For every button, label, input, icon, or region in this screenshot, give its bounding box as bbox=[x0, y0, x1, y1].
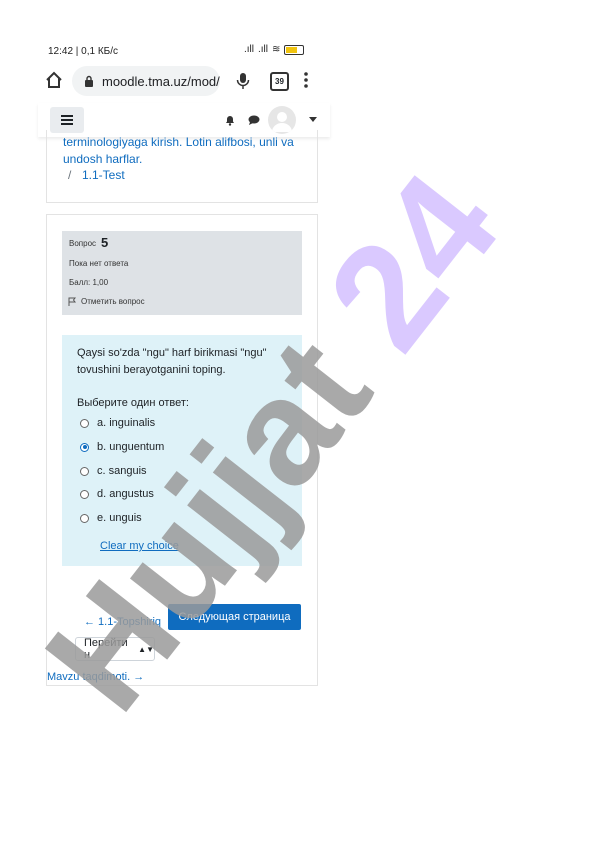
tabs-icon[interactable]: 39 bbox=[270, 72, 289, 91]
answer-option-b[interactable]: b. unguentum bbox=[80, 441, 164, 453]
battery-icon bbox=[284, 44, 305, 55]
hamburger-icon bbox=[61, 115, 73, 125]
previous-activity-link[interactable]: ← 1.1-Topshiriq bbox=[84, 616, 161, 628]
mic-icon[interactable] bbox=[236, 72, 250, 90]
signal-icon-2: .ıll bbox=[258, 44, 268, 55]
flag-icon[interactable] bbox=[68, 297, 76, 306]
answer-option-c[interactable]: c. sanguis bbox=[80, 465, 147, 477]
radio-d[interactable] bbox=[80, 489, 89, 499]
answer-option-d[interactable]: d. angustus bbox=[80, 488, 154, 500]
status-icons: .ıll .ıll ≋ bbox=[244, 44, 305, 55]
option-label: c. sanguis bbox=[97, 465, 147, 477]
menu-dots-icon[interactable] bbox=[300, 70, 312, 90]
home-icon[interactable] bbox=[44, 70, 64, 90]
question-grade: Балл: 1,00 bbox=[69, 278, 109, 287]
answer-option-a[interactable]: a. inguinalis bbox=[80, 417, 155, 429]
signal-icon: .ıll bbox=[244, 44, 254, 55]
chevron-down-icon[interactable] bbox=[309, 117, 317, 123]
select-arrows-icon: ▲▼ bbox=[138, 644, 154, 654]
url-bar[interactable]: moodle.tma.uz/mod/ bbox=[72, 66, 220, 96]
question-number: 5 bbox=[101, 235, 109, 250]
radio-e[interactable] bbox=[80, 513, 89, 523]
option-label: d. angustus bbox=[97, 488, 154, 500]
radio-a[interactable] bbox=[80, 418, 89, 428]
option-label: b. unguentum bbox=[97, 441, 165, 453]
jump-to-label: Перейти н bbox=[84, 637, 128, 661]
status-time: 12:42 | 0,1 КБ/с bbox=[48, 46, 119, 57]
next-page-button[interactable]: Следующая страница bbox=[168, 604, 301, 630]
breadcrumb-section-link[interactable]: terminologiyaga kirish. Lotin alifbosi, … bbox=[63, 134, 303, 168]
question-label: Вопрос bbox=[69, 239, 97, 248]
flag-question-link[interactable]: Отметить вопрос bbox=[81, 297, 145, 306]
option-label: a. inguinalis bbox=[97, 417, 156, 429]
bell-icon[interactable] bbox=[224, 114, 236, 126]
option-label: e. unguis bbox=[97, 512, 142, 524]
radio-c[interactable] bbox=[80, 466, 89, 476]
radio-b[interactable] bbox=[80, 442, 89, 452]
breadcrumb-current-link[interactable]: 1.1-Test bbox=[82, 168, 125, 182]
clear-choice-link[interactable]: Clear my choice bbox=[100, 540, 179, 552]
answer-option-e[interactable]: e. unguis bbox=[80, 512, 142, 524]
jump-to-select[interactable]: Перейти н ▲▼ bbox=[75, 637, 155, 661]
wifi-icon: ≋ bbox=[272, 44, 281, 55]
question-text: Qaysi so'zda "ngu" harf birikmasi "ngu" … bbox=[77, 347, 267, 376]
question-state: Пока нет ответа bbox=[69, 259, 129, 268]
next-activity-link[interactable]: Mavzu taqdimoti. → bbox=[47, 671, 144, 683]
url-text: moodle.tma.uz/mod/ bbox=[102, 73, 220, 89]
answer-prompt: Выберите один ответ: bbox=[77, 397, 189, 409]
breadcrumb-separator: / bbox=[68, 168, 72, 182]
chat-icon[interactable] bbox=[248, 115, 260, 125]
lock-icon bbox=[85, 75, 93, 87]
